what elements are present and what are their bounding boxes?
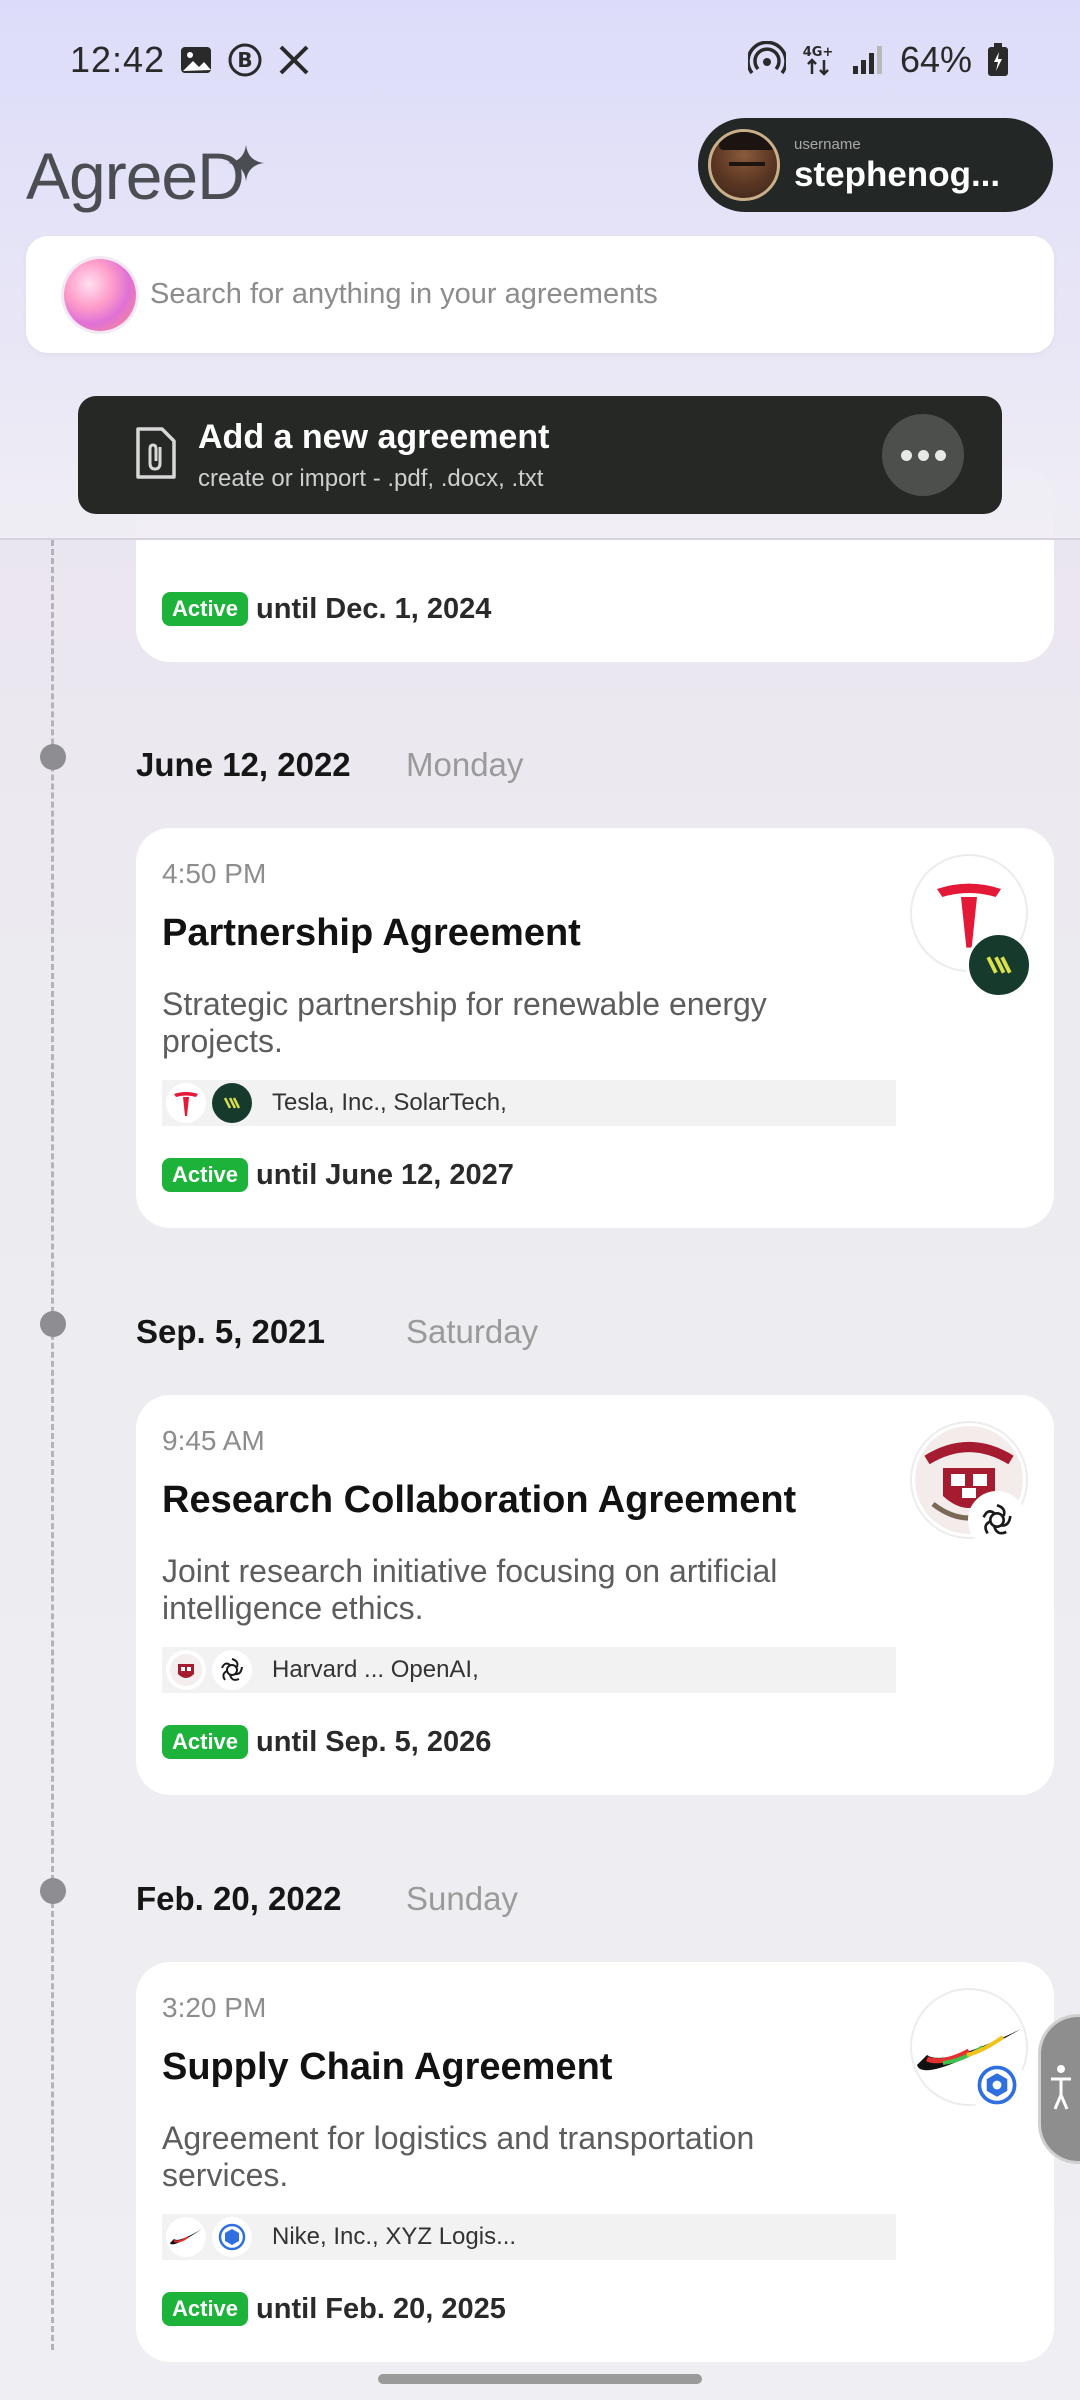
status-badge: Active: [162, 2292, 249, 2326]
date-label: Feb. 20, 2022: [136, 1880, 342, 1917]
party-names: Tesla, Inc., SolarTech,: [272, 1089, 507, 1116]
expiry-date: until Feb. 20, 2025: [256, 2292, 506, 2325]
weekday-label: Sunday: [406, 1880, 518, 1917]
home-indicator[interactable]: [378, 2374, 702, 2384]
parties-row: Harvard ... OpenAI,: [162, 1647, 896, 1693]
agreement-time: 3:20 PM: [162, 1992, 267, 2023]
status-badge: Active: [162, 1725, 249, 1759]
agreement-card[interactable]: 3:20 PM Supply Chain Agreement Agreement…: [136, 1962, 1054, 2362]
status-bar: 12:42 B 4G+ 64%: [0, 0, 1080, 120]
battery-percent: 64%: [899, 39, 972, 80]
agreement-card[interactable]: 4:50 PM Partnership Agreement Strategic …: [136, 828, 1054, 1228]
username: stephenog...: [794, 154, 1001, 194]
party-logos: [910, 854, 1032, 998]
accessibility-button[interactable]: [1038, 2014, 1080, 2164]
party-logos: [910, 1988, 1028, 2114]
parties-row: Tesla, Inc., SolarTech,: [162, 1080, 896, 1126]
search-input[interactable]: Search for anything in your agreements: [26, 236, 1054, 353]
agreement-status: Active until Feb. 20, 2025: [162, 2292, 506, 2326]
expiry-date: until June 12, 2027: [256, 1158, 514, 1191]
accessibility-icon: [1047, 2057, 1075, 2122]
agreement-time: 9:45 AM: [162, 1425, 265, 1456]
weekday-label: Saturday: [406, 1313, 539, 1350]
x-app-icon: [277, 43, 311, 77]
openai-logo-icon: [212, 1650, 252, 1690]
gallery-icon: [179, 43, 213, 77]
timeline-dot: [40, 744, 66, 770]
agreement-description: Agreement for logistics and transportati…: [162, 2120, 755, 2193]
solartech-logo-icon: [966, 932, 1032, 998]
attachment-file-icon: [132, 425, 178, 486]
harvard-logo-icon: [166, 1650, 206, 1690]
svg-text:B: B: [237, 48, 252, 72]
status-time: 12:42: [70, 39, 166, 80]
agreement-status: Active until Sep. 5, 2026: [162, 1725, 491, 1759]
timeline-dot: [40, 1878, 66, 1904]
agreement-status: Active until June 12, 2027: [162, 1158, 514, 1192]
timeline-dot: [40, 1311, 66, 1337]
agreement-card[interactable]: 9:45 AM Research Collaboration Agreement…: [136, 1395, 1054, 1795]
agreement-time: 4:50 PM: [162, 858, 267, 889]
username-caption: username: [794, 135, 861, 153]
sparkle-icon: [226, 122, 266, 198]
party-names: Nike, Inc., XYZ Logis...: [272, 2223, 517, 2250]
tesla-logo-icon: [166, 1083, 206, 1123]
more-options-button[interactable]: [882, 414, 964, 496]
add-agreement-button[interactable]: Add a new agreement create or import - .…: [78, 396, 1002, 514]
svg-text:4G+: 4G+: [803, 45, 834, 60]
date-header: June 12, 2022 Monday: [136, 746, 523, 784]
app-logo: AgreeD: [26, 138, 264, 214]
agreement-title: Research Collaboration Agreement: [162, 1479, 797, 1521]
agreement-status: Active until Dec. 1, 2024: [162, 592, 491, 626]
agreement-description: Strategic partnership for renewable ener…: [162, 986, 767, 1059]
add-agreement-title: Add a new agreement: [198, 417, 550, 456]
battery-icon: [986, 42, 1010, 78]
ai-orb-icon: [64, 258, 136, 331]
xyz-logistics-logo-icon: [212, 2217, 252, 2257]
search-placeholder: Search for anything in your agreements: [150, 278, 658, 310]
date-label: June 12, 2022: [136, 746, 351, 783]
hotspot-icon: [747, 41, 786, 79]
add-agreement-subtitle: create or import - .pdf, .docx, .txt: [198, 464, 544, 492]
signal-icon: [850, 42, 886, 78]
parties-row: Nike, Inc., XYZ Logis...: [162, 2214, 896, 2260]
solartech-logo-icon: [212, 1083, 252, 1123]
date-header: Feb. 20, 2022 Sunday: [136, 1880, 518, 1918]
party-names: Harvard ... OpenAI,: [272, 1656, 479, 1683]
user-profile-button[interactable]: username stephenog...: [698, 118, 1053, 212]
party-logos: [910, 1421, 1028, 1549]
expiry-date: until Dec. 1, 2024: [256, 592, 492, 625]
expiry-date: until Sep. 5, 2026: [256, 1725, 492, 1758]
agreement-description: Joint research initiative focusing on ar…: [162, 1553, 778, 1626]
network-4g-icon: 4G+: [800, 42, 836, 78]
status-badge: Active: [162, 592, 249, 626]
nike-logo-icon: [166, 2217, 206, 2257]
timeline-line: [51, 540, 54, 2350]
openai-logo-icon: [968, 1491, 1026, 1549]
status-badge: Active: [162, 1158, 249, 1192]
b-app-icon: B: [227, 42, 263, 78]
avatar: [708, 129, 780, 201]
date-label: Sep. 5, 2021: [136, 1313, 325, 1350]
date-header: Sep. 5, 2021 Saturday: [136, 1313, 538, 1351]
agreement-title: Partnership Agreement: [162, 912, 581, 954]
xyz-logistics-logo-icon: [968, 2056, 1026, 2114]
agreement-title: Supply Chain Agreement: [162, 2046, 613, 2088]
weekday-label: Monday: [406, 746, 524, 783]
app-logo-text: AgreeD: [26, 139, 245, 213]
